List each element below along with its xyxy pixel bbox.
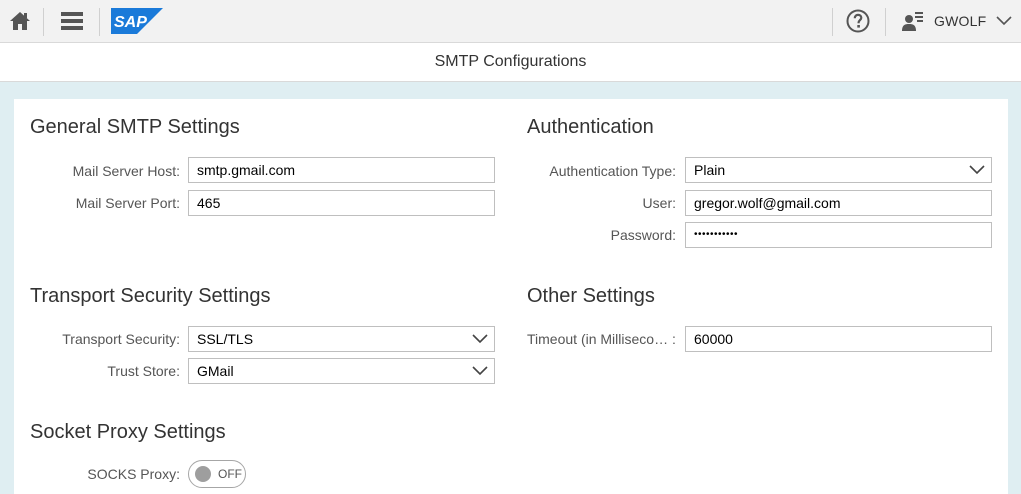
- socks-proxy-label: SOCKS Proxy:: [87, 466, 180, 482]
- mail-server-port-label: Mail Server Port:: [75, 195, 180, 211]
- user-name: GWOLF: [934, 13, 987, 29]
- transport-security-label: Transport Security:: [62, 331, 180, 347]
- menu-button[interactable]: [50, 0, 94, 42]
- help-button[interactable]: [838, 0, 878, 42]
- general-smtp-settings-title: General SMTP Settings: [30, 116, 240, 138]
- user-label: User:: [642, 195, 676, 211]
- divider: [832, 8, 833, 36]
- transport-security-value: SSL/TLS: [197, 331, 254, 347]
- sap-logo[interactable]: SAP: [111, 8, 163, 34]
- home-icon: [10, 12, 30, 30]
- trust-store-value: GMail: [197, 363, 234, 379]
- mail-server-port-input[interactable]: 465: [188, 190, 495, 216]
- chevron-down-icon: [996, 16, 1012, 26]
- password-label: Password:: [610, 227, 676, 243]
- divider: [885, 8, 886, 36]
- page-title: SMTP Configurations: [434, 53, 587, 70]
- user-menu-button[interactable]: GWOLF: [896, 0, 1021, 42]
- authentication-type-select[interactable]: Plain: [685, 157, 992, 183]
- mail-server-host-label: Mail Server Host:: [72, 163, 180, 179]
- shell-bar: SAP GWOLF: [0, 0, 1021, 43]
- chevron-down-icon: [472, 366, 488, 376]
- form-panel: General SMTP Settings Mail Server Host: …: [14, 99, 1008, 494]
- other-settings-title: Other Settings: [527, 285, 655, 307]
- socks-proxy-toggle[interactable]: OFF: [188, 460, 246, 488]
- timeout-input[interactable]: 60000: [685, 326, 992, 352]
- authentication-title: Authentication: [527, 116, 654, 138]
- socket-proxy-settings-title: Socket Proxy Settings: [30, 421, 226, 443]
- svg-text:SAP: SAP: [114, 14, 147, 31]
- home-button[interactable]: [0, 0, 40, 42]
- transport-security-settings-title: Transport Security Settings: [30, 285, 271, 307]
- password-input[interactable]: •••••••••••: [685, 222, 992, 248]
- transport-security-select[interactable]: SSL/TLS: [188, 326, 495, 352]
- chevron-down-icon: [969, 165, 985, 175]
- authentication-type-value: Plain: [694, 162, 726, 178]
- toggle-state-text: OFF: [218, 467, 242, 481]
- help-icon: [846, 9, 870, 33]
- hamburger-menu-icon: [61, 12, 83, 30]
- timeout-label: Timeout (in Milliseco… :: [527, 331, 676, 347]
- divider: [43, 8, 44, 36]
- user-input[interactable]: gregor.wolf@gmail.com: [685, 190, 992, 216]
- trust-store-select[interactable]: GMail: [188, 358, 495, 384]
- user-list-icon: [902, 12, 923, 31]
- chevron-down-icon: [472, 334, 488, 344]
- trust-store-label: Trust Store:: [107, 363, 180, 379]
- toggle-knob: [195, 466, 211, 482]
- page-header: SMTP Configurations: [0, 43, 1021, 82]
- divider: [99, 8, 100, 36]
- authentication-type-label: Authentication Type:: [549, 163, 676, 179]
- mail-server-host-input[interactable]: smtp.gmail.com: [188, 157, 495, 183]
